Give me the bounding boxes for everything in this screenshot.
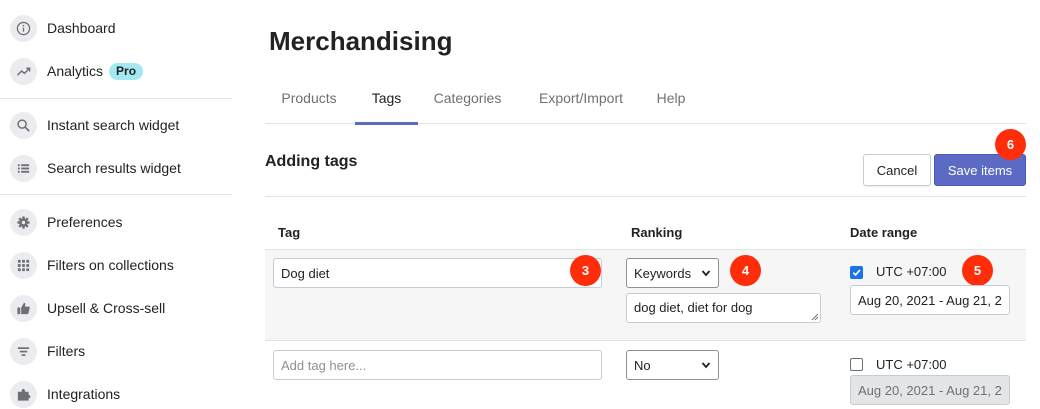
sidebar-item-label: Search results widget xyxy=(47,160,181,176)
sidebar-item-integrations[interactable]: Integrations xyxy=(10,379,120,409)
sidebar-item-label: Filters xyxy=(47,343,86,359)
step-badge-save: 6 xyxy=(995,129,1026,160)
sidebar-item-instant-search-widget[interactable]: Instant search widget xyxy=(10,110,179,140)
tab-categories[interactable]: Categories xyxy=(425,72,510,124)
section-title: Adding tags xyxy=(265,153,358,170)
sidebar-item-label: Instant search widget xyxy=(47,117,180,133)
gear-icon xyxy=(10,208,37,236)
step-badge-tag: 3 xyxy=(570,255,601,286)
tab-help[interactable]: Help xyxy=(647,72,695,124)
ranking-select-value: Keywords xyxy=(634,265,692,281)
sidebar: Dashboard Analytics Pro Instant search w… xyxy=(0,0,232,409)
sidebar-divider xyxy=(0,194,232,195)
list-icon xyxy=(10,154,37,182)
section-divider xyxy=(265,196,1026,197)
info-icon xyxy=(10,14,37,42)
puzzle-icon xyxy=(10,380,37,408)
tab-export-import[interactable]: Export/Import xyxy=(523,72,639,124)
tab-products[interactable]: Products xyxy=(265,72,353,124)
cancel-button[interactable]: Cancel xyxy=(863,154,931,186)
sidebar-item-label: Dashboard xyxy=(47,20,116,36)
sidebar-item-preferences[interactable]: Preferences xyxy=(10,207,122,237)
tag-input[interactable]: Dog diet xyxy=(273,258,602,288)
pro-badge: Pro xyxy=(109,62,144,80)
search-icon xyxy=(10,111,37,139)
ranking-select[interactable]: Keywords xyxy=(626,258,719,288)
page-title: Merchandising xyxy=(269,26,453,56)
filter-icon xyxy=(10,337,37,365)
date-range-checkbox[interactable] xyxy=(850,358,863,371)
sidebar-item-label: Preferences xyxy=(47,214,123,230)
sidebar-item-search-results-widget[interactable]: Search results widget xyxy=(10,153,181,183)
sidebar-divider xyxy=(0,98,232,99)
tab-tags[interactable]: Tags xyxy=(355,72,418,125)
date-range-input[interactable]: Aug 20, 2021 - Aug 21, 2 xyxy=(850,375,1010,405)
step-badge-ranking: 4 xyxy=(730,255,761,286)
date-range-checkbox[interactable] xyxy=(850,266,863,279)
chevron-down-icon xyxy=(701,362,711,369)
sidebar-item-label: Integrations xyxy=(47,386,121,402)
sidebar-item-label: Filters on collections xyxy=(47,257,174,273)
tag-input[interactable]: Add tag here... xyxy=(273,350,602,380)
sidebar-item-filters-on-collections[interactable]: Filters on collections xyxy=(10,250,174,280)
ranking-select[interactable]: No xyxy=(626,350,719,380)
step-badge-date: 5 xyxy=(962,255,993,286)
keywords-textarea[interactable]: dog diet, diet for dog xyxy=(626,293,821,323)
ranking-select-value: No xyxy=(634,357,651,373)
timezone-label: UTC +07:00 xyxy=(876,264,947,279)
keywords-text: dog diet, diet for dog xyxy=(634,300,753,315)
trend-icon xyxy=(10,57,37,85)
sidebar-item-upsell-cross-sell[interactable]: Upsell & Cross-sell xyxy=(10,293,165,323)
column-header-date-range: Date range xyxy=(850,225,918,240)
column-header-ranking: Ranking xyxy=(631,225,683,240)
sidebar-item-filters[interactable]: Filters xyxy=(10,336,85,366)
sidebar-item-analytics[interactable]: Analytics Pro xyxy=(10,56,144,86)
checkmark-icon xyxy=(852,269,861,277)
sidebar-item-label: Analytics xyxy=(47,63,104,79)
chevron-down-icon xyxy=(701,270,711,277)
tab-bar: Products Tags Categories Export/Import H… xyxy=(265,72,1026,125)
timezone-label: UTC +07:00 xyxy=(876,357,947,372)
column-header-tag: Tag xyxy=(278,225,301,240)
sidebar-item-label: Upsell & Cross-sell xyxy=(47,300,166,316)
grid-icon xyxy=(10,251,37,279)
resize-grip-icon[interactable] xyxy=(811,313,819,321)
thumbs-up-icon xyxy=(10,294,37,322)
sidebar-item-dashboard[interactable]: Dashboard xyxy=(10,13,116,43)
date-range-input[interactable]: Aug 20, 2021 - Aug 21, 2 xyxy=(850,285,1010,315)
